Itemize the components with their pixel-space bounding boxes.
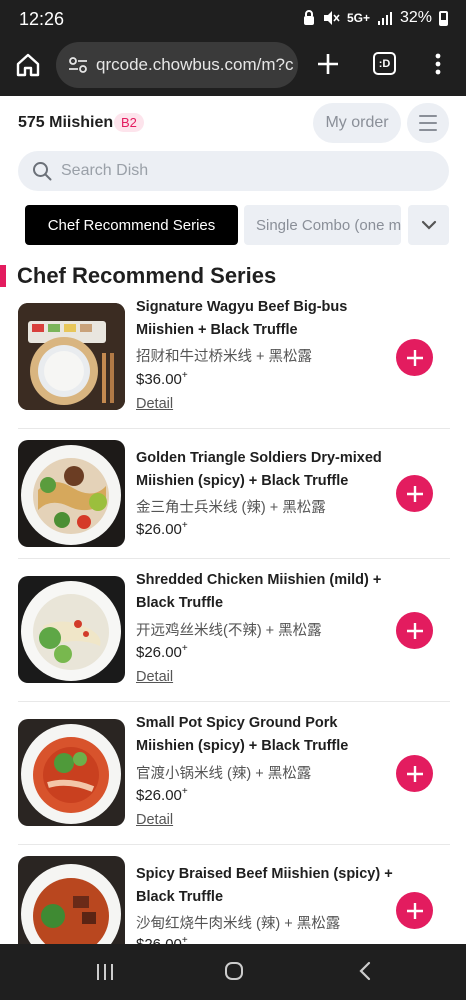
site-settings-icon[interactable] [68, 56, 88, 74]
new-tab-icon[interactable] [316, 52, 340, 76]
plus-icon [406, 765, 423, 782]
back-icon[interactable] [358, 961, 372, 981]
home-nav-icon[interactable] [224, 961, 244, 981]
chevron-down-icon [421, 220, 436, 230]
dish-title: Shredded Chicken Miishien (mild) + Black… [136, 572, 382, 611]
dish-title: Signature Wagyu Beef Big-bus Miishien + … [136, 299, 348, 338]
divider [18, 558, 450, 559]
hamburger-icon [419, 115, 437, 117]
dish-image[interactable] [18, 303, 125, 410]
plus-icon [406, 622, 423, 639]
dish-image[interactable] [18, 576, 125, 683]
home-icon[interactable] [15, 52, 41, 78]
search-placeholder: Search Dish [61, 162, 149, 179]
store-name: 575 Miishien [18, 114, 114, 131]
dish-price: $26.00+ [136, 935, 188, 944]
browser-toolbar: qrcode.chowbus.com/m?c :D [0, 40, 466, 96]
plus-icon [406, 902, 423, 919]
dish-price: $36.00+ [136, 370, 188, 388]
plus-icon [406, 349, 423, 366]
dish-price: $26.00+ [136, 643, 188, 661]
divider [18, 701, 450, 702]
tab-single-combo[interactable]: Single Combo (one m [244, 205, 401, 245]
dish-chinese-name: 开远鸡丝米线(不辣) + 黑松露 [136, 623, 322, 639]
status-time: 12:26 [19, 9, 65, 29]
my-order-button[interactable]: My order [313, 103, 401, 143]
dish-price: $26.00+ [136, 520, 188, 538]
divider [18, 844, 450, 845]
signal-icon [377, 12, 392, 25]
table-badge: B2 [114, 113, 144, 132]
add-dish-button[interactable] [396, 339, 433, 376]
dish-detail-link[interactable]: Detail [136, 396, 173, 412]
dish-image[interactable] [18, 440, 125, 547]
dish-title: Small Pot Spicy Ground Pork Miishien (sp… [136, 715, 349, 754]
add-dish-button[interactable] [396, 612, 433, 649]
system-nav-bar [0, 944, 466, 1000]
dish-image[interactable] [18, 856, 125, 944]
dish-chinese-name: 招财和牛过桥米线 + 黑松露 [136, 349, 313, 365]
more-categories-button[interactable] [408, 205, 449, 245]
section-accent-bar [0, 265, 6, 287]
add-dish-button[interactable] [396, 755, 433, 792]
dish-detail-link[interactable]: Detail [136, 812, 173, 828]
dish-title: Spicy Braised Beef Miishien (spicy) + Bl… [136, 866, 393, 905]
dish-image[interactable] [18, 719, 125, 826]
dish-detail-link[interactable]: Detail [136, 669, 173, 685]
dish-title: Golden Triangle Soldiers Dry-mixed Miish… [136, 450, 382, 489]
lock-icon [303, 10, 314, 25]
dish-chinese-name: 官渡小锅米线 (辣) + 黑松露 [136, 766, 312, 782]
divider [18, 428, 450, 429]
tab-chef-recommend[interactable]: Chef Recommend Series [25, 205, 238, 245]
search-icon [33, 162, 52, 181]
network-label: 5G+ [346, 11, 370, 25]
battery-percent: 32% [399, 9, 432, 26]
dish-chinese-name: 沙甸红烧牛肉米线 (辣) + 黑松露 [136, 916, 341, 932]
dish-chinese-name: 金三角士兵米线 (辣) + 黑松露 [136, 500, 326, 516]
url-text: qrcode.chowbus.com/m?c [96, 55, 294, 74]
plus-icon [406, 485, 423, 502]
search-input[interactable]: Search Dish [18, 151, 449, 191]
recent-apps-icon[interactable] [95, 963, 115, 981]
status-icons: 5G+ 32% [303, 9, 448, 27]
battery-icon [439, 10, 448, 26]
dish-price: $26.00+ [136, 786, 188, 804]
more-vert-icon[interactable] [431, 52, 445, 76]
add-dish-button[interactable] [396, 892, 433, 929]
mute-icon [323, 11, 340, 25]
status-bar: 12:26 5G+ 32% [0, 0, 466, 40]
section-title: Chef Recommend Series [17, 263, 277, 288]
tab-switcher-button[interactable]: :D [373, 52, 396, 75]
add-dish-button[interactable] [396, 475, 433, 512]
menu-button[interactable] [407, 103, 449, 143]
address-bar[interactable]: qrcode.chowbus.com/m?c [56, 42, 298, 88]
